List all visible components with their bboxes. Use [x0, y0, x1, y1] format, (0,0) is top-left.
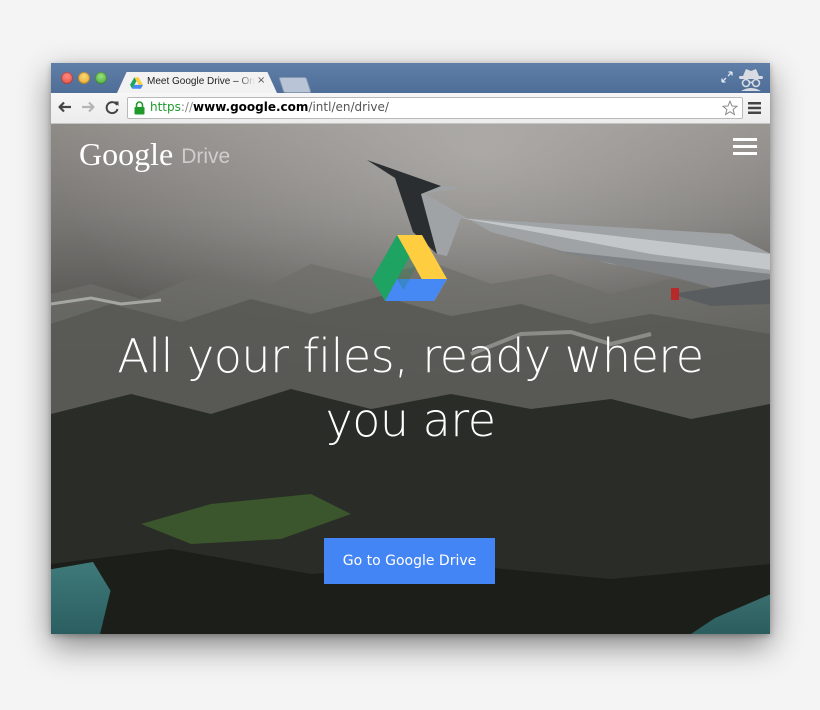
url-separator: ://: [180, 100, 194, 114]
new-tab-button[interactable]: [278, 77, 312, 93]
url-host: www.google.com: [193, 100, 309, 114]
fullscreen-icon[interactable]: [721, 71, 733, 83]
zoom-window-button[interactable]: [95, 72, 107, 84]
hamburger-bar: [733, 138, 757, 141]
close-window-button[interactable]: [61, 72, 73, 84]
back-arrow-icon[interactable]: [57, 99, 73, 115]
google-drive-icon: [372, 235, 447, 301]
brand-google: Google: [79, 136, 174, 172]
menu-icon[interactable]: [748, 102, 761, 114]
browser-toolbar: https://www.google.com/intl/en/drive/: [51, 93, 770, 124]
url-text: https://www.google.com/intl/en/drive/: [150, 100, 389, 114]
tab-bar: Meet Google Drive – One place for all yo…: [51, 63, 770, 93]
google-drive-logo[interactable]: Google Drive: [79, 136, 230, 173]
lock-icon: [134, 101, 145, 115]
hamburger-bar: [733, 145, 757, 148]
url-path: /intl/en/drive/: [308, 100, 389, 114]
tab-title: Meet Google Drive – One place for all yo…: [147, 76, 255, 87]
drive-favicon-icon: [130, 77, 143, 89]
page-headline: All your files, ready where you are: [117, 329, 704, 447]
go-to-drive-button[interactable]: Go to Google Drive: [324, 538, 495, 584]
brand-product: Drive: [181, 145, 231, 168]
minimize-window-button[interactable]: [78, 72, 90, 84]
reload-icon[interactable]: [104, 99, 120, 115]
browser-window: Meet Google Drive – One place for all yo…: [51, 63, 770, 634]
address-bar[interactable]: https://www.google.com/intl/en/drive/: [127, 97, 743, 119]
star-icon[interactable]: [722, 100, 738, 116]
incognito-icon: [739, 69, 763, 91]
url-scheme: https: [150, 100, 181, 114]
forward-arrow-icon[interactable]: [80, 99, 96, 115]
drive-landing-page: Google Drive All your files, ready where …: [51, 124, 770, 634]
tab-close-button[interactable]: ×: [257, 75, 265, 86]
hamburger-bar: [733, 152, 757, 155]
hamburger-menu-icon[interactable]: [733, 138, 757, 156]
browser-tab[interactable]: Meet Google Drive – One place for all yo…: [117, 72, 277, 93]
